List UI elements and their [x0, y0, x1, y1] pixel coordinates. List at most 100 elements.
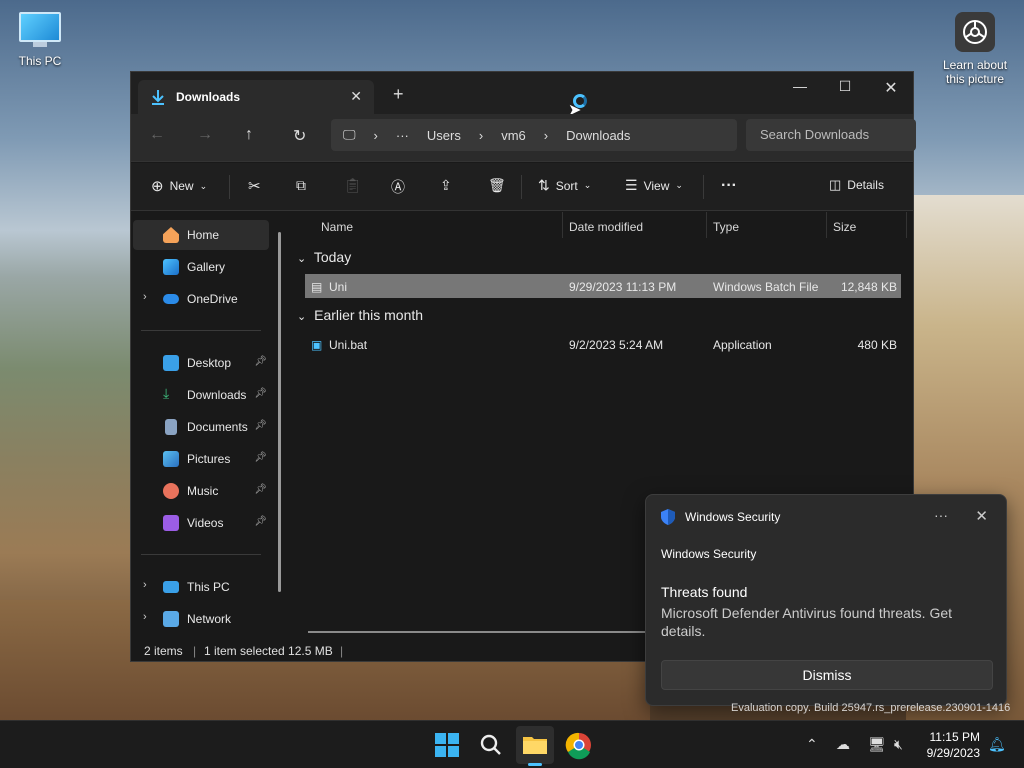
plus-circle-icon: ⊕ — [151, 178, 164, 195]
network-icon — [163, 611, 179, 627]
sidebar-item-gallery[interactable]: Gallery — [133, 252, 269, 282]
table-row-uni[interactable]: ▤ Uni 9/29/2023 11:13 PM Windows Batch F… — [305, 274, 901, 298]
back-button[interactable]: ← — [149, 126, 165, 144]
folder-icon — [523, 737, 547, 754]
column-header-size[interactable]: Size — [833, 212, 856, 242]
pin-icon[interactable]: 📌︎ — [254, 388, 267, 399]
sidebar-item-home[interactable]: Home — [133, 220, 269, 250]
pin-icon[interactable]: 📌︎ — [254, 420, 267, 431]
new-label: New — [169, 179, 194, 193]
sidebar-item-downloads[interactable]: ⤓ Downloads 📌︎ — [133, 380, 269, 410]
search-input[interactable]: Search Downloads — [746, 119, 916, 151]
security-notification[interactable]: Windows Security ··· ✕ Windows Security … — [645, 494, 1007, 706]
sidebar-item-pictures[interactable]: Pictures 📌︎ — [133, 444, 269, 474]
download-icon: ⤓ — [163, 385, 170, 401]
command-bar: ⊕ New ⌄ ✂ ⧉ 📋︎ Ⓐ ⇪ 🗑︎ ⇅ Sort ⌄ ☰ View ⌄ … — [131, 163, 913, 211]
sidebar-scrollbar[interactable] — [278, 232, 281, 592]
chevron-down-icon: ⌄ — [199, 180, 208, 191]
more-options-icon[interactable]: ··· — [934, 507, 948, 523]
document-icon — [165, 419, 177, 435]
network-tray-icon[interactable]: 🖥︎ — [868, 736, 886, 753]
new-button[interactable]: ⊕ New ⌄ — [151, 177, 207, 195]
more-options-button[interactable]: ··· — [721, 177, 737, 195]
details-label: Details — [847, 178, 884, 192]
shield-icon — [661, 509, 675, 525]
copy-icon: ⧉ — [296, 177, 306, 193]
sidebar-item-network[interactable]: › Network — [133, 604, 269, 634]
view-icon: ☰ — [625, 177, 638, 193]
details-button[interactable]: ◫ Details — [829, 177, 884, 193]
pin-icon[interactable]: 📌︎ — [254, 356, 267, 367]
navigation-pane: Home Gallery › OneDrive Desktop 📌︎ ⤓ Dow… — [131, 212, 289, 632]
group-header-earlier-this-month[interactable]: ⌄ Earlier this month — [297, 307, 423, 323]
dismiss-button[interactable]: Dismiss — [661, 660, 993, 690]
close-button[interactable]: ✕ — [871, 78, 911, 98]
notification-title: Threats found — [661, 584, 748, 600]
new-tab-button[interactable]: + — [393, 84, 404, 105]
file-date: 9/29/2023 11:13 PM — [569, 280, 677, 294]
search-icon — [480, 734, 501, 755]
sidebar-item-this-pc[interactable]: › This PC — [133, 572, 269, 602]
column-header-name[interactable]: Name — [321, 212, 353, 242]
breadcrumb-downloads[interactable]: Downloads — [566, 128, 630, 143]
refresh-button[interactable]: ↻ — [293, 126, 306, 146]
minimize-button[interactable]: — — [780, 78, 820, 94]
column-header-date[interactable]: Date modified — [569, 212, 643, 242]
system-clock[interactable]: 11:15 PM 9/29/2023 — [916, 729, 980, 761]
desktop-icon-learn-picture[interactable]: Learn about this picture — [937, 12, 1013, 86]
file-name: Uni.bat — [329, 338, 368, 352]
volume-muted-icon[interactable]: 🔇︎ — [894, 736, 903, 753]
delete-button[interactable]: 🗑︎ — [488, 177, 506, 194]
address-bar[interactable]: 🖵 › ··· Users › vm6 › Downloads — [331, 119, 737, 151]
desktop-icon-label: Learn about this picture — [942, 58, 1008, 86]
maximize-button[interactable]: ☐ — [825, 78, 865, 95]
chevron-right-icon[interactable]: › — [143, 291, 147, 303]
close-icon[interactable]: ✕ — [975, 507, 988, 525]
table-row-uni-bat[interactable]: ▣ Uni.bat 9/2/2023 5:24 AM Application 4… — [305, 332, 901, 356]
pin-icon[interactable]: 📌︎ — [254, 516, 267, 527]
breadcrumb-overflow-icon[interactable]: ··· — [396, 128, 409, 143]
chevron-right-icon[interactable]: › — [143, 611, 147, 623]
up-button[interactable]: ↑ — [245, 126, 253, 144]
cut-button[interactable]: ✂ — [248, 177, 261, 195]
chrome-button[interactable] — [564, 730, 594, 760]
sidebar-item-desktop[interactable]: Desktop 📌︎ — [133, 348, 269, 378]
notification-bell-icon[interactable]: 🔔︎ — [988, 736, 1006, 753]
file-explorer-taskbar-button[interactable] — [516, 726, 554, 766]
pin-icon[interactable]: 📌︎ — [254, 452, 267, 463]
horizontal-scrollbar[interactable] — [308, 631, 648, 633]
breadcrumb-users[interactable]: Users — [427, 128, 461, 143]
copy-button[interactable]: ⧉ — [296, 177, 306, 194]
chevron-right-icon[interactable]: › — [143, 579, 147, 591]
show-hidden-icons-button[interactable]: ⌃ — [806, 736, 818, 753]
group-header-today[interactable]: ⌄ Today — [297, 249, 351, 265]
start-button[interactable] — [432, 730, 462, 760]
close-tab-icon[interactable]: ✕ — [350, 88, 362, 105]
sort-button[interactable]: ⇅ Sort ⌄ — [538, 177, 591, 194]
sidebar-item-onedrive[interactable]: › OneDrive — [133, 284, 269, 314]
desktop-icon — [163, 355, 179, 371]
sidebar-item-videos[interactable]: Videos 📌︎ — [133, 508, 269, 538]
search-button[interactable] — [476, 730, 506, 760]
breadcrumb-chevron-icon: › — [373, 127, 378, 143]
paste-button[interactable]: 📋︎ — [344, 177, 362, 194]
view-button[interactable]: ☰ View ⌄ — [625, 177, 683, 194]
sidebar-item-music[interactable]: Music 📌︎ — [133, 476, 269, 506]
column-header-type[interactable]: Type — [713, 212, 739, 242]
breadcrumb-vm6[interactable]: vm6 — [501, 128, 526, 143]
taskbar: ⌃ ☁ 🖥︎ 🔇︎ 11:15 PM 9/29/2023 🔔︎ — [0, 720, 1024, 768]
notification-source: Windows Security — [685, 510, 781, 524]
title-bar: Downloads ✕ + ➤ — ☐ ✕ — [131, 72, 913, 119]
monitor-icon — [19, 12, 61, 48]
file-size: 12,848 KB — [840, 280, 897, 294]
tab-downloads[interactable]: Downloads ✕ — [138, 80, 374, 114]
sidebar-item-documents[interactable]: Documents 📌︎ — [133, 412, 269, 442]
rename-button[interactable]: Ⓐ — [391, 177, 405, 197]
music-icon — [163, 483, 179, 499]
batch-file-icon: ▤ — [311, 280, 323, 294]
onedrive-tray-icon[interactable]: ☁ — [836, 736, 850, 753]
pin-icon[interactable]: 📌︎ — [254, 484, 267, 495]
forward-button[interactable]: → — [197, 126, 213, 144]
desktop-icon-this-pc[interactable]: This PC — [2, 12, 78, 68]
share-button[interactable]: ⇪ — [440, 177, 452, 194]
